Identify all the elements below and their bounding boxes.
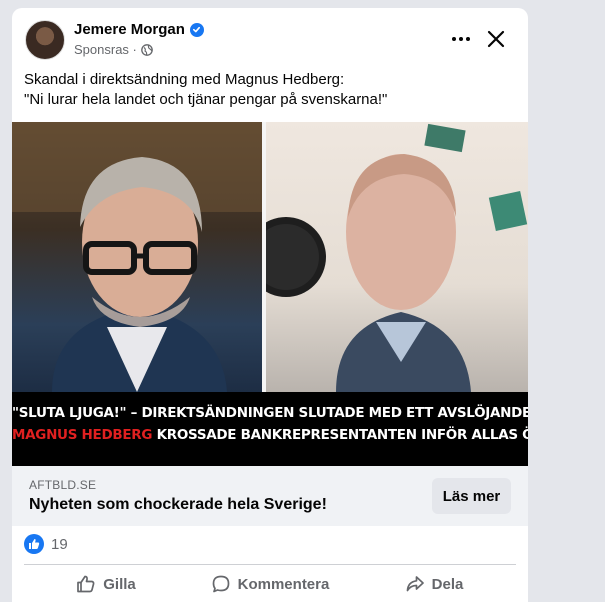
post-text-line-1: Skandal i direktsändning med Magnus Hedb…: [24, 71, 345, 88]
speech-bubble-icon: [212, 575, 229, 593]
close-icon[interactable]: [486, 29, 506, 49]
caption-line-1: "SLUTA LJUGA!" – DIREKTSÄNDNINGEN SLUTAD…: [12, 405, 528, 421]
read-more-button[interactable]: Läs mer: [432, 478, 511, 514]
post-meta: Sponsras ·: [74, 42, 153, 57]
sponsored-post-card: Jemere Morgan Sponsras · Skandal i direk…: [12, 8, 528, 602]
post-actions: Gilla Kommentera Dela: [24, 566, 516, 602]
share-button[interactable]: Dela: [352, 566, 516, 602]
actions-divider: [24, 564, 516, 565]
reactions-summary[interactable]: 19: [24, 534, 68, 554]
caption-line-2-rest: KROSSADE BANKREPRESENTANTEN INFÖR ALLAS …: [156, 427, 528, 443]
right-interviewee-image: [246, 122, 528, 392]
verified-badge-icon: [189, 22, 204, 37]
link-domain: AFTBLD.SE: [29, 478, 97, 492]
share-label: Dela: [431, 575, 464, 593]
post-text-line-2: "Ni lurar hela landet och tjänar pengar …: [24, 91, 388, 108]
thumbs-up-icon: [24, 534, 44, 554]
reaction-count: 19: [51, 535, 68, 553]
link-preview[interactable]: AFTBLD.SE Nyheten som chockerade hela Sv…: [12, 466, 528, 526]
post-text: Skandal i direktsändning med Magnus Hedb…: [24, 70, 514, 110]
sponsored-label[interactable]: Sponsras ·: [74, 42, 137, 57]
like-button[interactable]: Gilla: [24, 566, 188, 602]
globe-icon: [141, 43, 153, 56]
post-header: Jemere Morgan Sponsras ·: [12, 8, 528, 70]
image-caption: "SLUTA LJUGA!" – DIREKTSÄNDNINGEN SLUTAD…: [12, 392, 528, 466]
caption-highlight-name: MAGNUS HEDBERG: [12, 427, 153, 443]
comment-label: Kommentera: [237, 575, 330, 593]
author-row: Jemere Morgan: [74, 21, 204, 38]
link-title[interactable]: Nyheten som chockerade hela Sverige!: [29, 496, 327, 514]
thumbs-up-outline-icon: [77, 575, 95, 593]
author-avatar[interactable]: [25, 20, 65, 60]
left-interviewee-image: [12, 122, 262, 392]
post-image[interactable]: "SLUTA LJUGA!" – DIREKTSÄNDNINGEN SLUTAD…: [12, 122, 528, 466]
caption-line-2: MAGNUS HEDBERG KROSSADE BANKREPRESENTANT…: [12, 424, 528, 446]
like-label: Gilla: [103, 575, 136, 593]
share-arrow-icon: [406, 576, 424, 592]
author-name[interactable]: Jemere Morgan: [74, 21, 185, 38]
comment-button[interactable]: Kommentera: [188, 566, 352, 602]
more-options-icon[interactable]: [450, 32, 472, 46]
